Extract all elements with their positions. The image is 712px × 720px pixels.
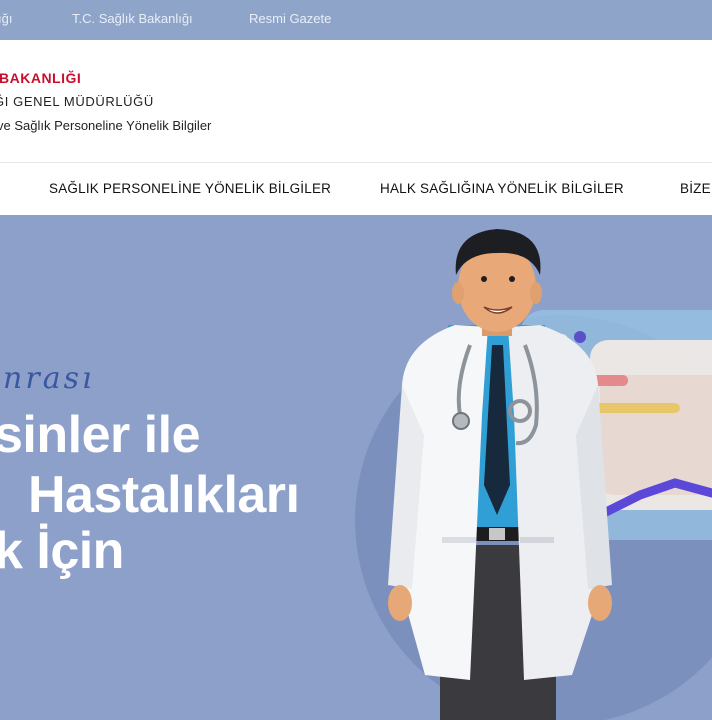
doctor-illustration: [388, 229, 612, 720]
site-subtitle: ve Sağlık Personeline Yönelik Bilgiler: [0, 118, 212, 133]
top-link-official-gazette[interactable]: Resmi Gazete: [249, 11, 331, 26]
hero-banner: onrası sinler ile Hastalıkları k İçin: [0, 215, 712, 720]
site-header: K BAKANLIĞI ĞI GENEL MÜDÜRLÜĞÜ ve Sağlık…: [0, 40, 712, 162]
directorate-title: ĞI GENEL MÜDÜRLÜĞÜ: [0, 94, 154, 109]
hero-script-text: onrası: [0, 361, 95, 396]
nav-item-health-personnel[interactable]: SAĞLIK PERSONELİNE YÖNELİK BİLGİLER: [49, 181, 331, 196]
hero-headline-line-2: Hastalıkları: [28, 466, 300, 524]
nav-item-public-health[interactable]: HALK SAĞLIĞINA YÖNELİK BİLGİLER: [380, 181, 624, 196]
main-nav: SAĞLIK PERSONELİNE YÖNELİK BİLGİLER HALK…: [0, 162, 712, 216]
nav-item-contact[interactable]: BİZE: [680, 181, 711, 196]
ministry-title[interactable]: K BAKANLIĞI: [0, 70, 81, 86]
hero-headline-line-3: k İçin: [0, 522, 124, 580]
top-link-bar: ığı T.C. Sağlık Bakanlığı Resmi Gazete: [0, 0, 712, 40]
top-link-ministry[interactable]: T.C. Sağlık Bakanlığı: [72, 11, 193, 26]
hero-headline-line-1: sinler ile: [0, 406, 201, 464]
top-link-partial[interactable]: ığı: [0, 11, 12, 26]
